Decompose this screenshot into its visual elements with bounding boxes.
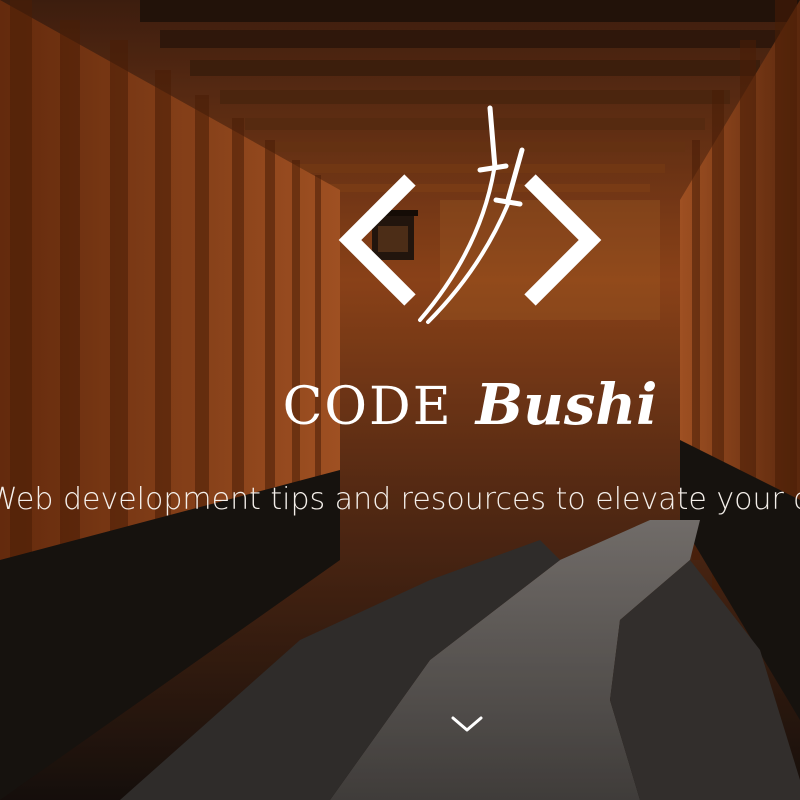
tagline: Web development tips and resources to el…: [0, 482, 800, 517]
chevron-down-icon[interactable]: [449, 712, 485, 736]
hero-section: CODE Bushi Web development tips and reso…: [0, 0, 800, 800]
site-title: CODE Bushi: [0, 372, 800, 438]
brand-bushi-text: Bushi: [475, 372, 658, 438]
brand-code-text: CODE: [282, 377, 453, 437]
code-brackets-katana-icon: [338, 105, 602, 324]
